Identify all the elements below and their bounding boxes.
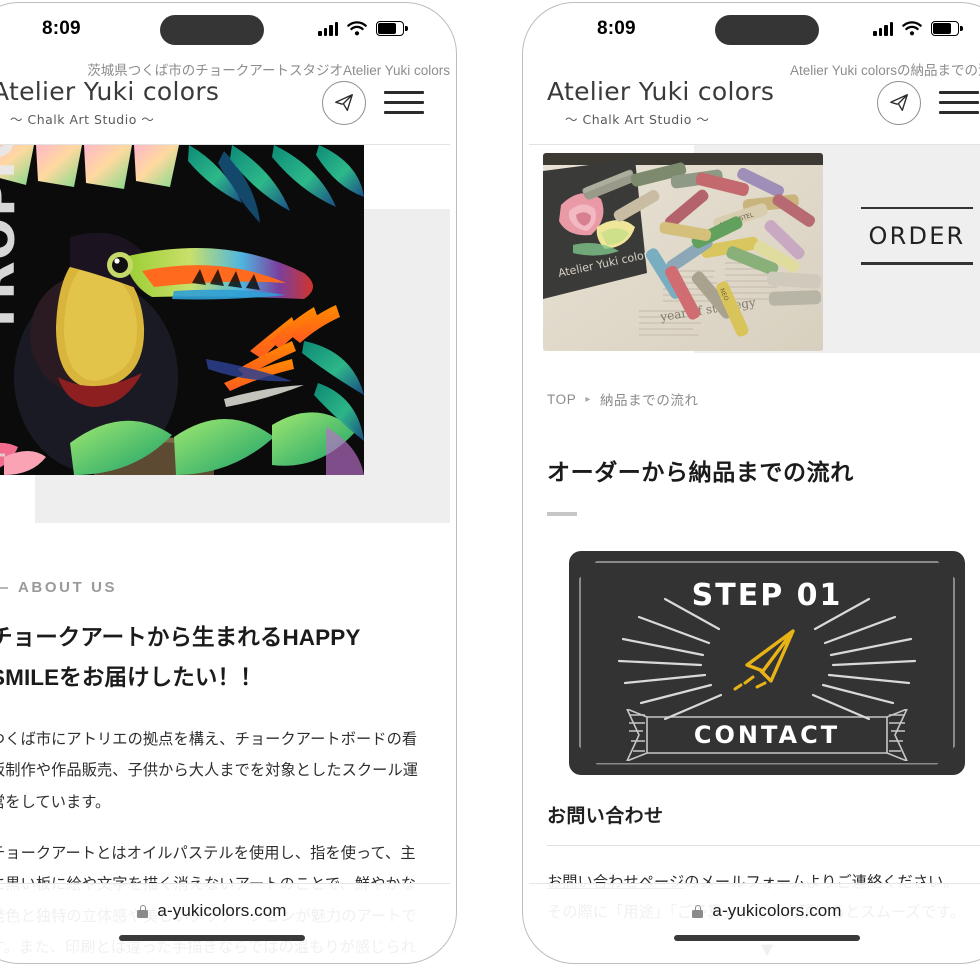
battery-icon xyxy=(931,21,963,36)
header-actions xyxy=(322,80,424,125)
signal-bars-icon xyxy=(318,21,338,36)
browser-url-bar-right[interactable]: a-yukicolors.com xyxy=(529,883,980,957)
breadcrumb-separator-icon: ▸ xyxy=(585,393,591,405)
order-rule-bottom xyxy=(861,262,973,265)
toucan-chalk-art[interactable]: TROPICAL + xyxy=(0,145,364,475)
url-text: a-yukicolors.com xyxy=(712,901,842,920)
phone-left-screen: 8:09 茨城県つくば市のチョークアートスタジオAtelier Yuki col… xyxy=(0,9,450,957)
brand-name: Atelier Yuki colors xyxy=(0,77,220,106)
brand-subtitle: 〜 Chalk Art Studio 〜 xyxy=(565,112,710,127)
dual-phone-screenshot: 8:09 茨城県つくば市のチョークアートスタジオAtelier Yuki col… xyxy=(0,0,980,968)
home-indicator[interactable] xyxy=(674,935,860,941)
brand-name: Atelier Yuki colors xyxy=(547,77,775,106)
hamburger-menu-icon[interactable] xyxy=(939,90,979,115)
hamburger-menu-icon[interactable] xyxy=(384,90,424,115)
url-display[interactable]: a-yukicolors.com xyxy=(137,901,286,921)
status-icons xyxy=(873,21,963,36)
browser-url-bar-left[interactable]: a-yukicolors.com xyxy=(0,883,450,957)
site-header-left: 茨城県つくば市のチョークアートスタジオAtelier Yuki colors A… xyxy=(0,55,450,145)
signal-bars-icon xyxy=(873,21,893,36)
phone-right: 8:09 Atelier Yuki colorsの納品までの Atelier Y… xyxy=(522,2,980,964)
header-actions xyxy=(877,80,979,125)
step-body-heading: お問い合わせ xyxy=(547,805,664,827)
about-heading: チョークアートから生まれるHAPPY SMILEをお届けしたい！！ xyxy=(0,625,361,691)
url-display[interactable]: a-yukicolors.com xyxy=(692,901,841,921)
hero-section-right: year of strategy Atelier Yuki colors NEO… xyxy=(529,145,980,367)
lock-icon xyxy=(137,904,149,918)
about-eyebrow: ABOUT US xyxy=(0,579,422,596)
paper-plane-icon[interactable] xyxy=(322,80,366,125)
wifi-icon xyxy=(347,21,367,36)
dynamic-island xyxy=(715,15,819,45)
site-logo[interactable]: Atelier Yuki colors 〜 Chalk Art Studio 〜 xyxy=(543,77,774,128)
order-label: ORDER xyxy=(861,207,973,265)
lock-icon xyxy=(692,904,704,918)
order-text: ORDER xyxy=(868,222,966,251)
step-card-01[interactable]: STEP 01 CONTACT xyxy=(569,550,965,775)
phone-left: 8:09 茨城県つくば市のチョークアートスタジオAtelier Yuki col… xyxy=(0,2,457,964)
breadcrumb: TOP ▸ 納品までの流れ xyxy=(529,367,980,409)
about-eyebrow-label: ABOUT US xyxy=(18,579,118,596)
section-heading-block: オーダーから納品までの流れ xyxy=(529,409,980,516)
card-banner-label: CONTACT xyxy=(693,720,841,749)
url-text: a-yukicolors.com xyxy=(157,901,287,920)
breadcrumb-current: 納品までの流れ xyxy=(599,393,699,408)
phone-right-screen: 8:09 Atelier Yuki colorsの納品までの Atelier Y… xyxy=(529,9,980,957)
svg-text:+: + xyxy=(0,440,8,470)
oil-pastels-photo[interactable]: year of strategy Atelier Yuki colors NEO xyxy=(543,153,823,351)
site-logo[interactable]: Atelier Yuki colors 〜 Chalk Art Studio 〜 xyxy=(0,77,219,128)
brand-subtitle: 〜 Chalk Art Studio 〜 xyxy=(10,112,155,127)
site-tagline: Atelier Yuki colorsの納品までの流れ xyxy=(789,63,980,78)
paper-plane-icon[interactable] xyxy=(877,80,921,125)
site-header-right: Atelier Yuki colorsの納品までの流れ Atelier Yuki… xyxy=(529,55,980,145)
breadcrumb-home[interactable]: TOP xyxy=(547,392,576,407)
battery-icon xyxy=(376,21,408,36)
status-time: 8:09 xyxy=(597,18,636,39)
status-time: 8:09 xyxy=(42,18,81,39)
site-tagline: 茨城県つくば市のチョークアートスタジオAtelier Yuki colors xyxy=(87,63,450,78)
section-title: オーダーから納品までの流れ xyxy=(547,459,854,485)
status-bar-left: 8:09 xyxy=(0,9,450,55)
hero-section-left: TROPICAL + xyxy=(0,145,450,545)
status-bar-right: 8:09 xyxy=(529,9,980,55)
wifi-icon xyxy=(902,21,922,36)
dynamic-island xyxy=(160,15,264,45)
eyebrow-dash xyxy=(0,586,8,589)
section-underline xyxy=(547,512,577,516)
home-indicator[interactable] xyxy=(119,935,305,941)
svg-text:TROPICAL: TROPICAL xyxy=(0,145,26,335)
status-icons xyxy=(318,21,408,36)
paper-plane-icon xyxy=(733,628,795,690)
about-paragraph-1: つくば市にアトリエの拠点を構え、チョークアートボードの看板制作や作品販売、子供か… xyxy=(0,731,419,811)
